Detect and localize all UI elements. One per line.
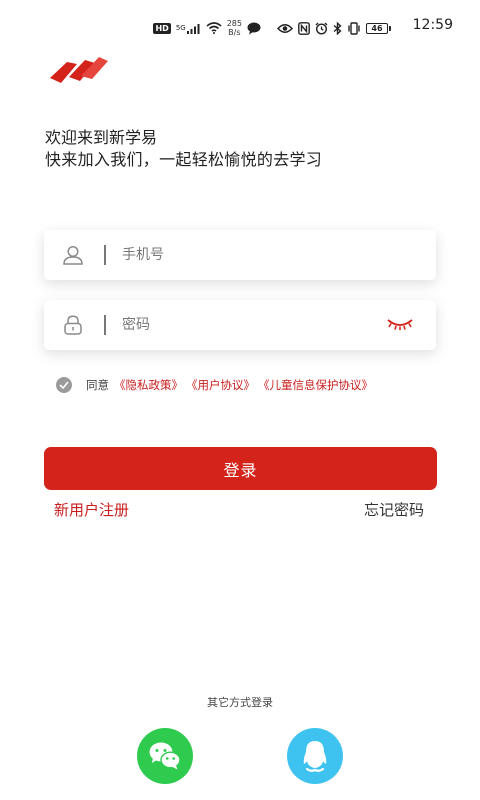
password-input[interactable] <box>122 313 382 337</box>
signal-label: 5G <box>175 24 186 32</box>
phone-field-card <box>44 230 436 280</box>
user-icon <box>62 245 84 265</box>
other-login-label: 其它方式登录 <box>207 696 273 709</box>
battery-icon: 46 <box>366 22 391 34</box>
status-bar: HD 5G 285 B/s 46 12:59 <box>0 0 480 56</box>
forgot-password-link[interactable]: 忘记密码 <box>364 499 424 520</box>
child-protection-link[interactable]: 《儿童信息保护协议》 <box>258 377 373 393</box>
user-agreement-link[interactable]: 《用户协议》 <box>186 377 255 393</box>
wechat-login-button[interactable] <box>137 728 193 784</box>
qq-login-button[interactable] <box>287 728 343 784</box>
register-link[interactable]: 新用户注册 <box>54 499 129 520</box>
alarm-icon <box>315 22 328 35</box>
nfc-icon <box>298 21 310 35</box>
qq-icon <box>303 741 327 772</box>
welcome-subtitle: 快来加入我们，一起轻松愉悦的去学习 <box>45 150 323 169</box>
field-divider <box>104 245 106 265</box>
password-field-card <box>44 300 436 350</box>
vibrate-icon <box>347 21 361 35</box>
status-icons: HD 5G 285 B/s 46 <box>153 19 391 37</box>
wifi-icon <box>206 22 222 34</box>
agreement-row: 同意 《隐私政策》 《用户协议》 《儿童信息保护协议》 <box>56 377 373 393</box>
bluetooth-icon <box>333 21 342 35</box>
eye-closed-icon[interactable] <box>386 316 414 332</box>
phone-input[interactable] <box>122 243 382 267</box>
field-divider <box>104 315 106 335</box>
net-speed: 285 B/s <box>227 19 242 37</box>
agreement-prefix: 同意 <box>86 378 109 392</box>
net-speed-value: 285 <box>226 19 242 28</box>
hd-badge: HD <box>153 22 171 34</box>
book-logo-icon <box>48 55 110 85</box>
clock: 12:59 <box>412 17 453 33</box>
eye-icon <box>277 23 293 34</box>
welcome-title: 欢迎来到新学易 <box>45 128 158 147</box>
chat-bubble-icon <box>247 22 261 35</box>
net-speed-unit: B/s <box>228 28 241 37</box>
check-icon <box>59 381 69 389</box>
cellular-signal-icon: 5G <box>176 23 201 34</box>
login-button[interactable]: 登录 <box>44 447 437 490</box>
privacy-policy-link[interactable]: 《隐私政策》 <box>114 377 183 393</box>
lock-icon <box>62 315 84 335</box>
agreement-checkbox[interactable] <box>56 377 72 393</box>
wechat-icon <box>149 742 181 770</box>
